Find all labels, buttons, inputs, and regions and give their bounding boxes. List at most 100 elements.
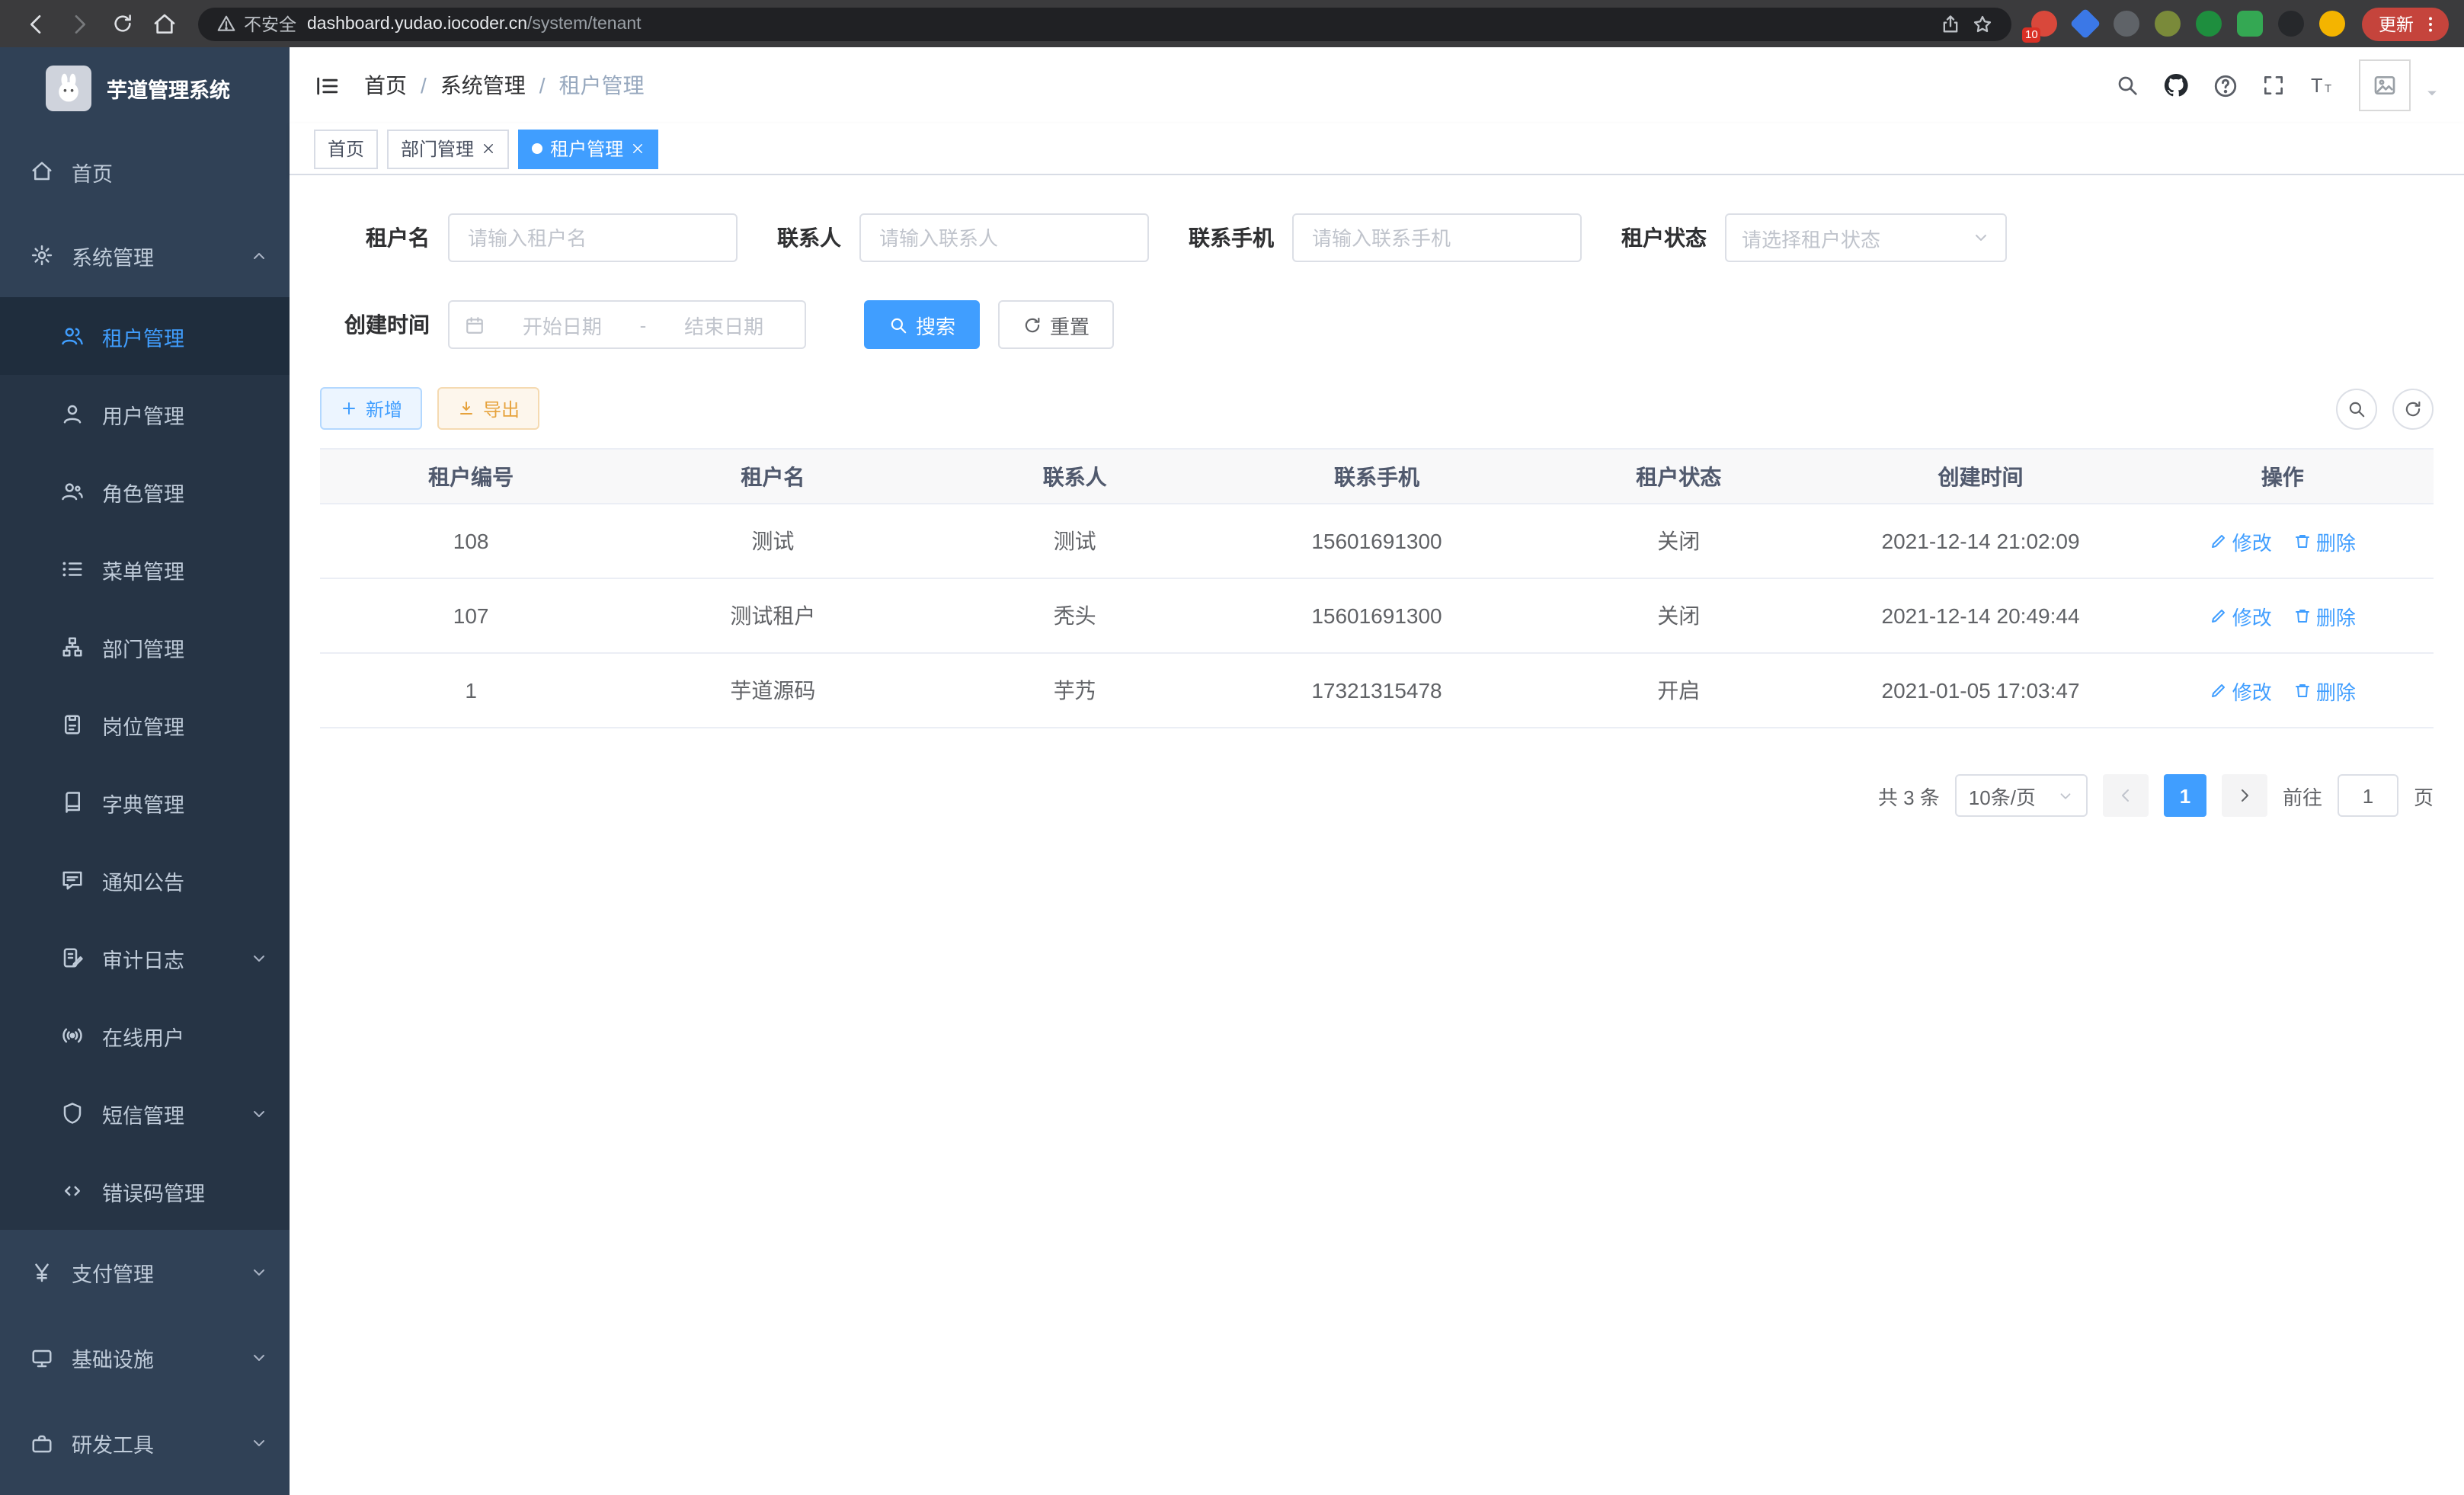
breadcrumb-item[interactable]: 系统管理 [440,70,526,101]
refresh-table-button[interactable] [2392,388,2434,429]
table-toolbar: 新增 导出 [320,387,2434,430]
browser-back-button[interactable] [15,2,58,45]
edit-link[interactable]: 修改 [2210,676,2272,705]
browser-reload-button[interactable] [101,2,143,45]
browser-profile-avatar[interactable] [2319,11,2345,37]
tab-tenant-management[interactable]: 租户管理 [518,129,658,168]
sidebar-item-audit-log[interactable]: 审计日志 [0,919,290,997]
delete-link[interactable]: 删除 [2293,601,2356,630]
extension-icon[interactable]: 10 [2031,11,2057,37]
user-avatar[interactable] [2359,59,2411,111]
caret-down-icon[interactable] [2424,85,2440,101]
bookmark-star-icon[interactable] [1972,13,1993,34]
sidebar-item-label: 系统管理 [72,240,154,271]
goto-page-input[interactable] [2338,774,2398,817]
search-button[interactable]: 搜索 [864,300,980,349]
sidebar-fold-button[interactable] [314,72,340,98]
book-icon [61,791,84,814]
sidebar-item-error-code-management[interactable]: 错误码管理 [0,1152,290,1230]
sidebar-item-menu-management[interactable]: 菜单管理 [0,530,290,608]
tab-home[interactable]: 首页 [314,129,378,168]
logo-avatar-image [46,66,91,111]
sidebar-item-dept-management[interactable]: 部门管理 [0,608,290,686]
extension-icon[interactable] [2070,8,2101,40]
sidebar-item-infrastructure[interactable]: 基础设施 [0,1315,290,1401]
calendar-icon [465,315,485,335]
toggle-search-button[interactable] [2336,388,2377,429]
font-size-icon[interactable]: TT [2309,72,2336,99]
extension-icon[interactable] [2237,11,2263,37]
extension-icon[interactable] [2196,11,2222,37]
chevron-left-icon [2117,786,2135,805]
delete-link[interactable]: 删除 [2293,676,2356,705]
browser-update-button[interactable]: 更新 [2362,7,2449,40]
share-icon[interactable] [1940,13,1961,34]
tab-dept-management[interactable]: 部门管理 [387,129,509,168]
next-page-button[interactable] [2222,774,2267,817]
date-end-placeholder: 结束日期 [658,310,789,339]
tab-close-icon[interactable] [482,142,495,155]
page-size-select[interactable]: 10条/页 [1955,774,2088,817]
page-number-1[interactable]: 1 [2164,774,2206,817]
sidebar-item-online-users[interactable]: 在线用户 [0,997,290,1074]
tags-view-bar: 首页 部门管理 租户管理 [290,123,2464,175]
cell-contact: 秃头 [924,579,1226,652]
github-icon[interactable] [2162,72,2190,99]
fullscreen-icon[interactable] [2261,73,2286,98]
extension-icon[interactable] [2155,11,2181,37]
app-logo[interactable]: 芋道管理系统 [0,47,290,130]
sidebar-item-system-management[interactable]: 系统管理 [0,213,290,297]
app-title: 芋道管理系统 [107,73,230,104]
status-label: 租户状态 [1621,222,1707,253]
delete-link[interactable]: 删除 [2293,527,2356,555]
svg-text:T: T [2325,82,2331,95]
status-select-placeholder: 请选择租户状态 [1742,223,1880,252]
delete-icon [2293,681,2312,699]
filter-contact: 联系人 [777,213,1149,262]
browser-forward-button[interactable] [58,2,101,45]
prev-page-button[interactable] [2103,774,2149,817]
menu-list-icon [61,558,84,581]
sidebar-item-tenant-management[interactable]: 租户管理 [0,297,290,375]
table-row[interactable]: 1 芋道源码 芋艿 17321315478 开启 2021-01-05 17:0… [320,654,2434,728]
reset-button[interactable]: 重置 [998,300,1114,349]
tab-close-icon[interactable] [631,142,645,155]
mobile-input[interactable] [1292,213,1582,262]
security-warning[interactable]: 不安全 [216,11,296,36]
sidebar-item-user-management[interactable]: 用户管理 [0,375,290,453]
address-bar[interactable]: 不安全 dashboard.yudao.iocoder.cn/system/te… [198,7,2011,40]
chevron-down-icon [250,949,268,967]
browser-home-button[interactable] [143,2,186,45]
sidebar-item-pay-management[interactable]: 支付管理 [0,1230,290,1315]
svg-text:T: T [2311,75,2323,97]
extension-icon[interactable] [2278,11,2304,37]
sidebar-item-notice[interactable]: 通知公告 [0,841,290,919]
sidebar-item-post-management[interactable]: 岗位管理 [0,686,290,764]
edit-link[interactable]: 修改 [2210,527,2272,555]
sidebar-item-home[interactable]: 首页 [0,130,290,213]
edit-link[interactable]: 修改 [2210,601,2272,630]
delete-label: 删除 [2316,676,2356,705]
tenant-name-input[interactable] [448,213,738,262]
status-select[interactable]: 请选择租户状态 [1725,213,2007,262]
delete-icon [2293,532,2312,550]
date-range-picker[interactable]: 开始日期 - 结束日期 [448,300,806,349]
sidebar-item-dev-tools[interactable]: 研发工具 [0,1401,290,1486]
add-button[interactable]: 新增 [320,387,422,430]
cell-tenant-id: 108 [320,504,622,578]
table-header-row: 租户编号 租户名 联系人 联系手机 租户状态 创建时间 操作 [320,450,2434,504]
table-row[interactable]: 107 测试租户 秃头 15601691300 关闭 2021-12-14 20… [320,579,2434,654]
sidebar-item-dict-management[interactable]: 字典管理 [0,764,290,841]
page-content: 租户名 联系人 联系手机 租户状态 请选择租户状态 [290,175,2464,1495]
contact-input[interactable] [859,213,1149,262]
sidebar-item-sms-management[interactable]: 短信管理 [0,1074,290,1152]
table-row[interactable]: 108 测试 测试 15601691300 关闭 2021-12-14 21:0… [320,504,2434,579]
extension-icon[interactable] [2114,11,2139,37]
header-search-icon[interactable] [2115,73,2139,98]
export-button[interactable]: 导出 [437,387,539,430]
help-icon[interactable] [2213,72,2238,98]
delete-label: 删除 [2316,601,2356,630]
sidebar-item-role-management[interactable]: 角色管理 [0,453,290,530]
breadcrumb-item[interactable]: 首页 [364,70,407,101]
cell-tenant-name: 测试 [622,504,923,578]
